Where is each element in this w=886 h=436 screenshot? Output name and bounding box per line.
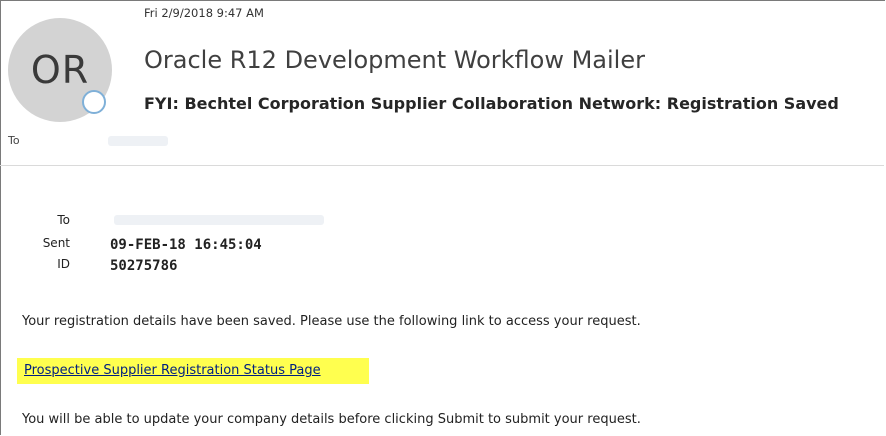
detail-id-value: 50275786 [110, 258, 178, 274]
registration-status-link[interactable]: Prospective Supplier Registration Status… [24, 363, 321, 378]
detail-sent-label: Sent [42, 236, 70, 250]
recipient-to-label: To [8, 134, 20, 147]
link-highlight: Prospective Supplier Registration Status… [17, 358, 369, 384]
redacted-recipient [108, 136, 168, 146]
received-timestamp: Fri 2/9/2018 9:47 AM [144, 6, 264, 20]
header-divider [0, 165, 884, 166]
presence-status-icon [82, 90, 106, 114]
detail-id-label: ID [57, 257, 70, 271]
message-intro: Your registration details have been save… [22, 314, 641, 329]
sender-name[interactable]: Oracle R12 Development Workflow Mailer [144, 46, 645, 74]
detail-sent-value: 09-FEB-18 16:45:04 [110, 237, 262, 253]
detail-to-label: To [57, 213, 70, 227]
message-outro: You will be able to update your company … [22, 412, 641, 427]
redacted-detail-recipient [114, 215, 324, 225]
email-subject: FYI: Bechtel Corporation Supplier Collab… [144, 94, 839, 113]
avatar-initials: OR [30, 48, 90, 92]
